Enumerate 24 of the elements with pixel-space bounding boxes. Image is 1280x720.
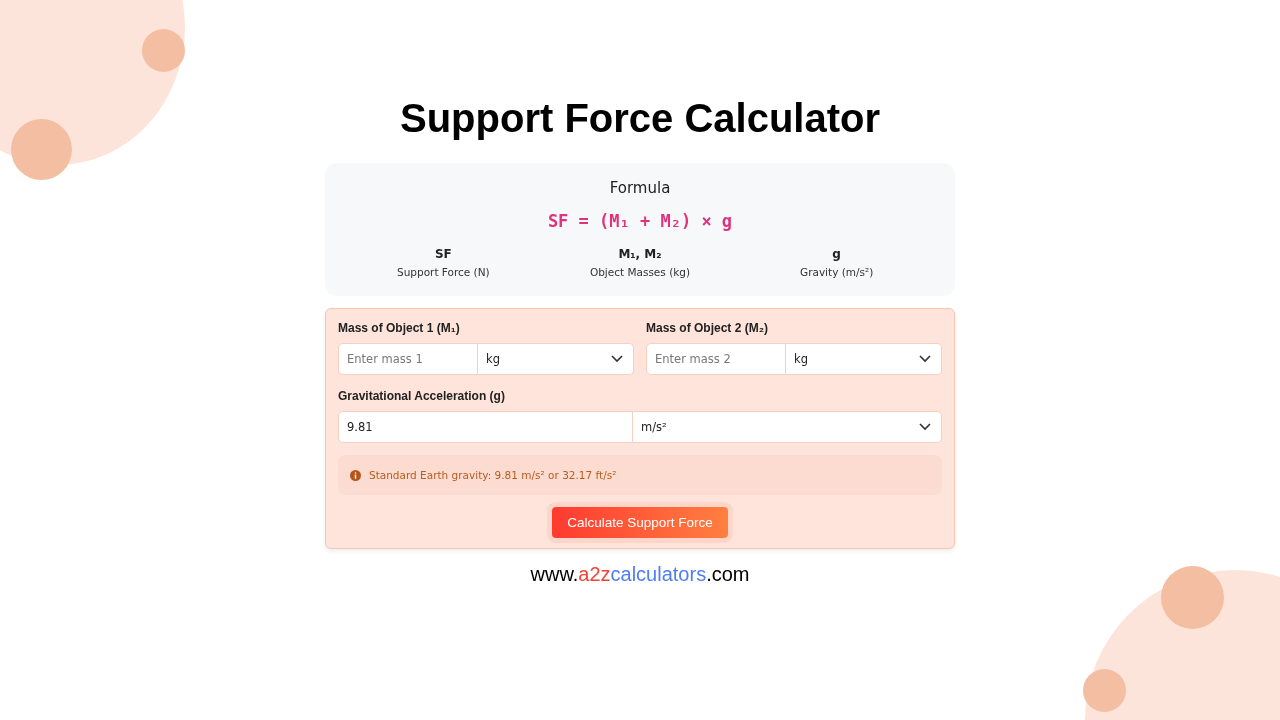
variable-symbol: SF (434, 247, 452, 261)
info-icon (350, 469, 361, 481)
variable-meaning: Support Force (N) (397, 266, 490, 278)
field-label: Mass of Object 2 (M₂) (646, 321, 769, 335)
unit-select[interactable]: kg (478, 343, 634, 375)
variable-meaning: Object Masses (kg) (589, 266, 691, 278)
chevron-down-icon (919, 355, 931, 363)
field-label: Mass of Object 1 (M₁) (338, 321, 461, 335)
gravity-input[interactable]: 9.81 (338, 411, 633, 443)
variable-symbol: g (832, 247, 841, 261)
chevron-down-icon (919, 423, 931, 431)
formula-heading: Formula (609, 179, 671, 197)
variable-meaning: Gravity (m/s²) (800, 266, 874, 278)
chevron-down-icon (611, 355, 623, 363)
page-title: Support Force Calculator (399, 96, 881, 141)
website-url: www.a2zcalculators.com (530, 563, 750, 586)
mass-input[interactable]: Enter mass 1 (338, 343, 478, 375)
unit-select[interactable]: m/s² (633, 411, 942, 443)
info-text: Standard Earth gravity: 9.81 m/s² or 32.17 ft/s² (369, 469, 617, 481)
mass-input[interactable]: Enter mass 2 (646, 343, 786, 375)
unit-select[interactable]: kg (786, 343, 942, 375)
field-label: Gravitational Acceleration (g) (338, 389, 506, 403)
variable-symbol: M₁, M₂ (618, 247, 662, 261)
formula-expression: SF = (M₁ + M₂) × g (547, 211, 733, 231)
